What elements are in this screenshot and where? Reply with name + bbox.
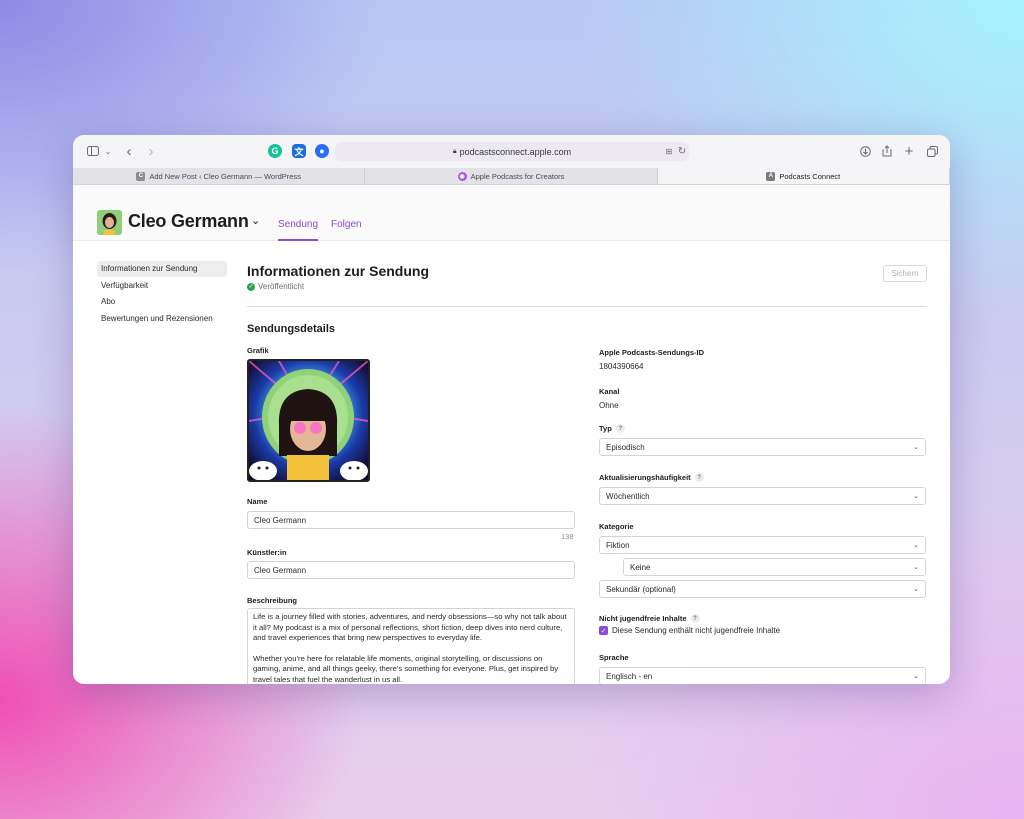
podcast-artwork[interactable]	[247, 359, 370, 482]
tab-wordpress[interactable]: C Add New Post ‹ Cleo Germann — WordPres…	[73, 168, 366, 184]
category-select-value: Fiktion	[606, 540, 630, 550]
sidebar-item-abo[interactable]: Abo	[97, 294, 227, 310]
tab-label: Add New Post ‹ Cleo Germann — WordPress	[149, 171, 301, 181]
chevron-down-icon: ⌄	[913, 586, 919, 593]
divider	[247, 306, 927, 307]
share-icon[interactable]	[881, 143, 893, 159]
explicit-checkbox[interactable]: ✓	[599, 626, 608, 635]
subcategory-select-value: Keine	[630, 562, 651, 572]
forward-icon[interactable]: ›	[145, 143, 157, 160]
browser-toolbar: ⌄ ‹ › G 文 ● ☰ 🔒︎ podcastsconnect.apple.c…	[73, 135, 950, 168]
translate-icon[interactable]: ⊞	[663, 143, 675, 159]
frequency-select[interactable]: Wöchentlich ⌄	[599, 487, 926, 505]
chevron-down-icon: ⌄	[913, 493, 919, 500]
name-field[interactable]: Cleo Germann	[247, 511, 575, 529]
back-icon[interactable]: ‹	[123, 143, 135, 160]
privacy-extension-icon[interactable]: ●	[315, 144, 329, 158]
sidebar-item-bewertungen[interactable]: Bewertungen und Rezensionen	[97, 311, 227, 327]
channel-label: Kanal	[599, 387, 620, 396]
explicit-label: Nicht jugendfreie Inhalte ?	[599, 614, 700, 623]
frequency-select-value: Wöchentlich	[606, 491, 650, 501]
category-label: Kategorie	[599, 522, 634, 531]
explicit-label-text: Nicht jugendfreie Inhalte	[599, 614, 687, 623]
browser-window: ⌄ ‹ › G 文 ● ☰ 🔒︎ podcastsconnect.apple.c…	[73, 135, 950, 684]
sidebar-item-verfuegbarkeit[interactable]: Verfügbarkeit	[97, 278, 227, 294]
secondary-category-value: Sekundär (optional)	[606, 584, 676, 594]
sidebar-toggle-icon[interactable]	[86, 143, 100, 159]
chevron-down-icon: ⌄	[913, 444, 919, 451]
frequency-label: Aktualisierungshäufigkeit ?	[599, 473, 704, 482]
tab-podcasts-connect[interactable]: A Podcasts Connect	[657, 168, 950, 184]
language-select-value: Englisch - en	[606, 671, 653, 681]
tab-bar: C Add New Post ‹ Cleo Germann — WordPres…	[73, 168, 950, 185]
secondary-category-select[interactable]: Sekundär (optional) ⌄	[599, 580, 926, 598]
chevron-down-icon: ⌄	[913, 542, 919, 549]
app-header: Cleo Germann ⌄ Sendung Folgen	[73, 185, 950, 241]
reload-icon[interactable]: ↻	[676, 143, 688, 159]
show-id-value: 1804390664	[599, 362, 644, 371]
description-textarea[interactable]: Life is a journey filled with stories, a…	[247, 608, 575, 684]
chevron-down-icon: ⌄	[913, 673, 919, 680]
help-icon[interactable]: ?	[694, 473, 704, 482]
sidebar: Informationen zur Sendung Verfügbarkeit …	[97, 261, 227, 327]
chevron-down-icon: ⌄	[913, 564, 919, 571]
language-label: Sprache	[599, 653, 629, 662]
help-icon[interactable]: ?	[690, 614, 700, 623]
channel-value: Ohne	[599, 401, 619, 410]
explicit-checkbox-label: Diese Sendung enthält nicht jugendfreie …	[612, 626, 781, 635]
apple-podcasts-icon: ◉	[457, 171, 467, 181]
tab-label: Podcasts Connect	[779, 171, 841, 181]
chevron-down-icon[interactable]: ⌄	[103, 143, 113, 159]
show-name[interactable]: Cleo Germann	[128, 211, 249, 232]
url-text: podcastsconnect.apple.com	[459, 146, 572, 157]
description-paragraph: Life is a journey filled with stories, a…	[253, 612, 567, 642]
category-select[interactable]: Fiktion ⌄	[599, 536, 926, 554]
status-badge: ✓ Veröffentlicht	[247, 282, 304, 291]
address-bar[interactable]: 🔒︎ podcastsconnect.apple.com	[335, 142, 689, 161]
help-icon[interactable]: ?	[615, 424, 625, 433]
new-tab-icon[interactable]: +	[903, 143, 915, 160]
status-text: Veröffentlicht	[258, 282, 305, 291]
subcategory-select[interactable]: Keine ⌄	[623, 558, 926, 576]
section-title: Sendungsdetails	[247, 323, 336, 335]
main-content: Informationen zur Sendung ✓ Veröffentlic…	[247, 261, 927, 684]
tab-apple-podcasts-creators[interactable]: ◉ Apple Podcasts for Creators	[365, 168, 658, 184]
tab-overview-icon[interactable]	[926, 143, 938, 159]
wordpress-icon: C	[136, 171, 146, 181]
chevron-down-icon[interactable]: ⌄	[251, 214, 260, 227]
check-circle-icon: ✓	[247, 282, 255, 291]
description-label: Beschreibung	[247, 596, 298, 605]
tab-folgen[interactable]: Folgen	[331, 219, 362, 241]
tab-sendung[interactable]: Sendung	[278, 219, 319, 241]
frequency-label-text: Aktualisierungshäufigkeit	[599, 473, 691, 482]
lock-icon: 🔒︎	[452, 147, 457, 155]
name-label: Name	[247, 497, 268, 506]
name-char-count: 138	[561, 532, 574, 541]
language-select[interactable]: Englisch - en ⌄	[599, 667, 926, 684]
type-label: Typ ?	[599, 424, 625, 433]
type-label-text: Typ	[599, 424, 612, 433]
grammarly-icon[interactable]: G	[268, 144, 282, 158]
translate-extension-icon[interactable]: 文	[292, 144, 306, 158]
type-select[interactable]: Episodisch ⌄	[599, 438, 926, 456]
page-title: Informationen zur Sendung	[247, 263, 429, 279]
explicit-checkbox-row: ✓ Diese Sendung enthält nicht jugendfrei…	[599, 626, 780, 635]
artist-label: Künstler:in	[247, 548, 287, 557]
save-button[interactable]: Sichern	[883, 265, 927, 282]
show-id-label: Apple Podcasts-Sendungs-ID	[599, 348, 705, 357]
tab-label: Apple Podcasts for Creators	[470, 171, 565, 181]
artwork-label: Grafik	[247, 346, 269, 355]
type-select-value: Episodisch	[606, 442, 645, 452]
sidebar-item-informationen[interactable]: Informationen zur Sendung	[97, 261, 227, 277]
description-paragraph: Whether you're here for relatable life m…	[253, 653, 559, 684]
download-icon[interactable]	[859, 143, 871, 159]
avatar[interactable]	[97, 210, 122, 235]
artist-field[interactable]: Cleo Germann	[247, 561, 575, 579]
podcasts-connect-icon: A	[766, 171, 776, 181]
